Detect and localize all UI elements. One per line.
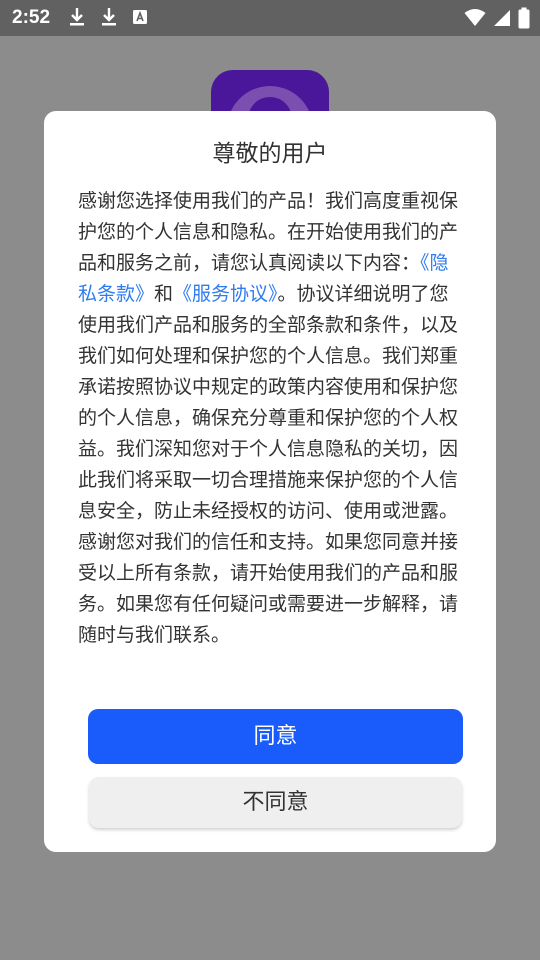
battery-icon xyxy=(518,7,530,29)
disagree-button[interactable]: 不同意 xyxy=(89,777,462,828)
notification-icons xyxy=(68,7,148,27)
dialog-body: 感谢您选择使用我们的产品！我们高度重视保护您的个人信息和隐私。在开始使用我们的产… xyxy=(78,186,462,651)
signal-icon xyxy=(492,8,512,28)
body-text-and: 和 xyxy=(154,283,174,305)
download-icon xyxy=(68,7,86,27)
body-text-intro: 感谢您选择使用我们的产品！我们高度重视保护您的个人信息和隐私。在开始使用我们的产… xyxy=(78,190,459,274)
status-time: 2:52 xyxy=(12,7,51,28)
body-text-details: 。协议详细说明了您使用我们产品和服务的全部条款和条件，以及我们如何处理和保护您的… xyxy=(78,283,459,646)
privacy-dialog: 尊敬的用户 感谢您选择使用我们的产品！我们高度重视保护您的个人信息和隐私。在开始… xyxy=(44,111,496,852)
download-icon xyxy=(100,7,118,27)
wifi-icon xyxy=(464,8,486,28)
agree-button[interactable]: 同意 xyxy=(88,709,463,764)
dialog-title: 尊敬的用户 xyxy=(212,141,328,167)
service-agreement-link[interactable]: 《服务协议》 xyxy=(173,283,278,305)
font-a-icon xyxy=(132,8,148,26)
system-icons xyxy=(464,7,530,29)
status-bar: 2:52 xyxy=(0,0,540,36)
